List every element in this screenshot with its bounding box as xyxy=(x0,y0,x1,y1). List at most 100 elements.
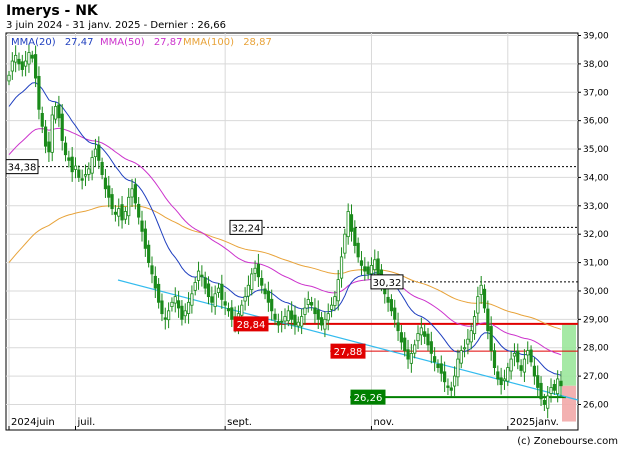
candle-body xyxy=(43,126,48,147)
candle-body xyxy=(167,310,171,321)
y-axis: 26,00 27,00 28,00 29,00 30,00 31,00 32,00 33,00… xyxy=(578,32,609,411)
candle-body xyxy=(333,296,337,306)
label-27-88-text: 27,88 xyxy=(334,347,363,358)
candle-body xyxy=(133,184,137,204)
label-32-24-text: 32,24 xyxy=(232,223,261,234)
highlight-zones xyxy=(562,323,576,422)
candle-body xyxy=(459,350,463,364)
candle-body xyxy=(472,316,477,335)
candle-body xyxy=(429,341,433,354)
candle-body xyxy=(130,188,134,198)
legend-mma50-label: MMA(50) xyxy=(100,37,145,48)
candle-body xyxy=(403,337,407,351)
candle-body xyxy=(190,293,194,306)
x-tick-label: 2025janv. xyxy=(510,417,559,428)
label-30-32: 30,32 xyxy=(370,274,404,290)
candle-body xyxy=(423,331,427,337)
candle-body xyxy=(273,313,277,320)
candle-body xyxy=(306,299,310,305)
candle-body xyxy=(466,338,470,345)
legend-mma20-label: MMA(20) xyxy=(11,37,56,48)
candle-body xyxy=(173,296,177,304)
candle-body xyxy=(346,211,350,238)
candle-body xyxy=(70,156,74,173)
candle-body xyxy=(499,377,503,386)
candle-body xyxy=(220,283,224,300)
candle-body xyxy=(529,349,533,363)
candle-body xyxy=(117,208,121,217)
candle-body xyxy=(489,326,493,351)
candle-body xyxy=(90,157,94,174)
candle-body xyxy=(376,258,380,275)
candle-body xyxy=(226,308,231,312)
candle-body xyxy=(276,321,280,326)
candle-body xyxy=(329,304,334,310)
candle-body xyxy=(147,244,151,263)
candle-body xyxy=(77,169,81,178)
candle-body xyxy=(319,317,324,326)
label-30-32-text: 30,32 xyxy=(373,278,402,289)
candle-body xyxy=(243,296,247,302)
candle-body xyxy=(496,371,500,380)
watermark: (c) Zonebourse.com xyxy=(517,436,618,447)
candle-body xyxy=(160,300,164,315)
candle-body xyxy=(67,157,71,161)
candle-body xyxy=(366,266,370,275)
candle-body xyxy=(193,282,197,291)
candle-body xyxy=(290,310,294,320)
candle-body xyxy=(180,305,184,320)
candle-body xyxy=(216,287,221,293)
candle-body xyxy=(363,266,367,272)
candle-body xyxy=(83,174,88,177)
upside-zone xyxy=(562,323,576,386)
candle-body xyxy=(196,270,201,281)
candle-body xyxy=(433,356,437,363)
candle-body xyxy=(462,347,467,350)
chart-title: Imerys - NK xyxy=(6,3,99,19)
y-tick-label: 31,00 xyxy=(583,259,609,269)
candle-body xyxy=(57,104,61,119)
candle-body xyxy=(213,293,217,307)
x-tick-label: juil. xyxy=(77,417,96,428)
candle-body xyxy=(396,322,400,332)
candle-body xyxy=(100,161,104,175)
label-27-88: 27,88 xyxy=(330,343,366,359)
candle-body xyxy=(97,144,101,161)
candle-body xyxy=(386,296,390,303)
y-tick-label: 33,00 xyxy=(583,202,609,212)
y-tick-label: 37,00 xyxy=(583,88,609,98)
candle-body xyxy=(186,301,191,314)
candle-body xyxy=(150,265,154,275)
candle-body xyxy=(559,380,563,387)
candle-body xyxy=(546,395,550,409)
candle-body xyxy=(27,52,31,65)
candle-body xyxy=(30,54,34,59)
candle-body xyxy=(556,378,560,395)
candle-body xyxy=(389,299,394,312)
legend-mma100-label: MMA(100) xyxy=(183,37,234,48)
candle-body xyxy=(73,165,78,170)
candle-body xyxy=(93,148,98,158)
candle-body xyxy=(343,233,347,254)
candle-body xyxy=(53,106,58,120)
legend-mma20-value: 27,47 xyxy=(65,37,94,48)
candle-body xyxy=(206,283,211,298)
candle-body xyxy=(7,74,11,82)
chart-subtitle: 3 juin 2024 - 31 janv. 2025 - Dernier : … xyxy=(6,20,226,31)
candle-body xyxy=(37,75,41,110)
candle-body xyxy=(549,387,553,394)
legend-mma100: MMA(100) 28,87 xyxy=(183,37,272,48)
candle-body xyxy=(256,263,260,278)
candle-body xyxy=(336,279,340,302)
candle-body xyxy=(280,320,284,323)
candle-body xyxy=(87,168,91,175)
candle-body xyxy=(63,142,68,156)
candle-body xyxy=(426,333,430,346)
candle-body xyxy=(143,228,147,249)
candle-body xyxy=(413,344,417,354)
stock-chart: Imerys - NK 3 juin 2024 - 31 janv. 2025 … xyxy=(5,3,618,447)
candle-body xyxy=(509,358,513,372)
candle-body xyxy=(469,330,473,343)
candle-body xyxy=(303,307,307,315)
candle-body xyxy=(14,54,18,63)
